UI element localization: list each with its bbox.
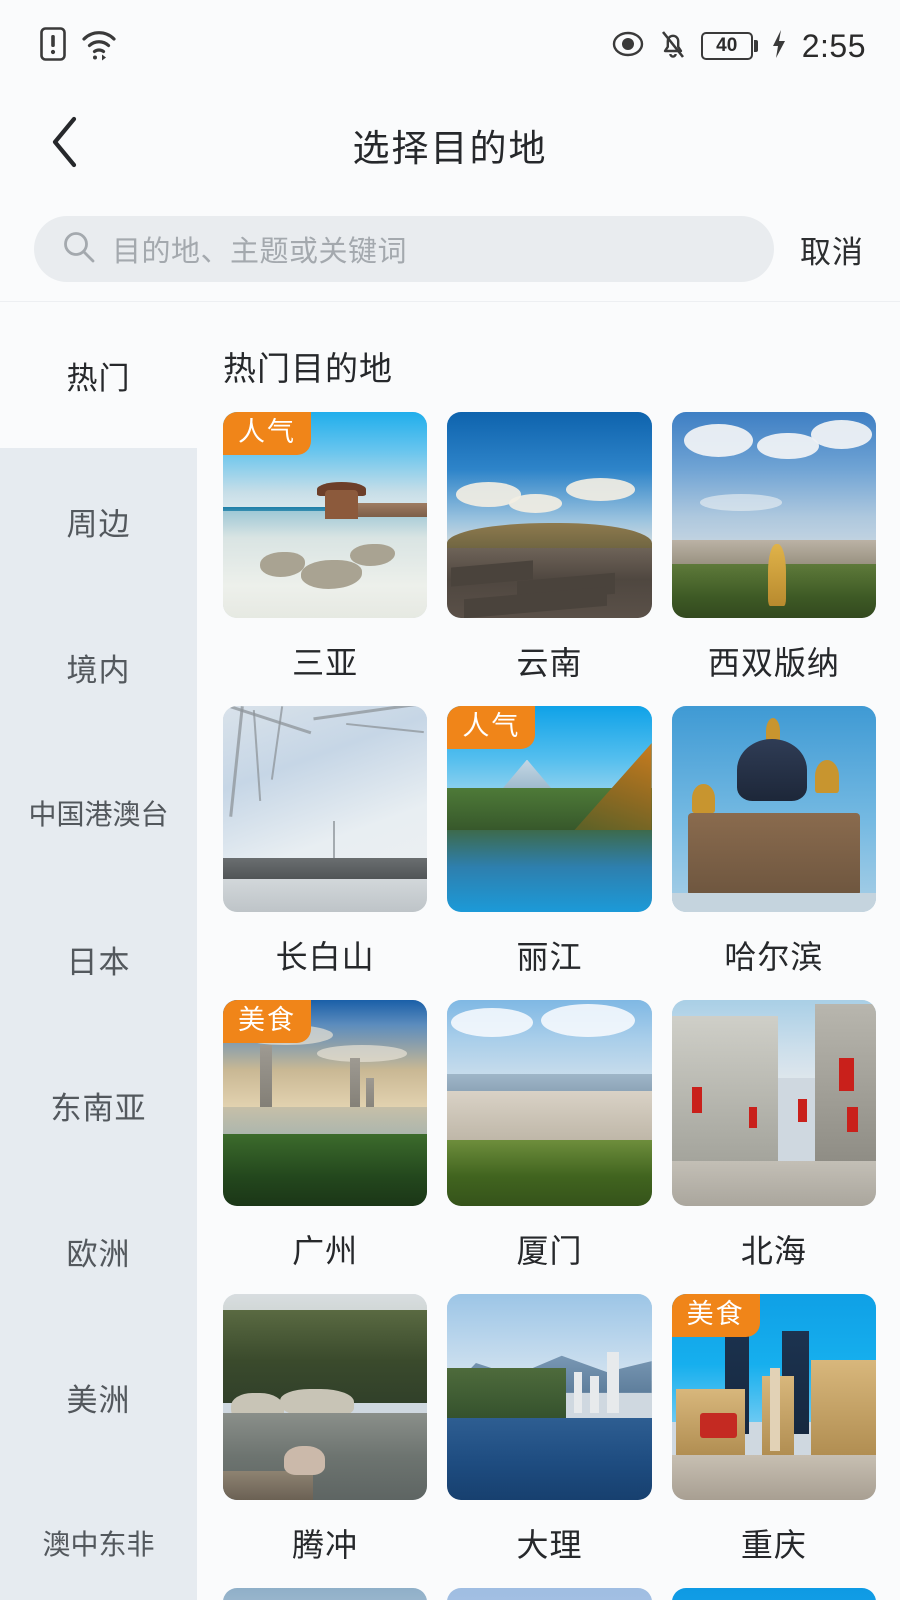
sidebar-item-4[interactable]: 日本 (0, 886, 197, 1032)
destination-card[interactable]: 厦门 (447, 1000, 652, 1294)
sidebar-item-2[interactable]: 境内 (0, 594, 197, 740)
sidebar-item-0[interactable]: 热门 (0, 302, 197, 448)
destination-card[interactable]: 云南 (447, 412, 652, 706)
destination-thumbnail[interactable] (223, 1588, 428, 1600)
sidebar-item-3[interactable]: 中国港澳台 (0, 740, 197, 886)
chevron-left-icon (49, 115, 81, 174)
sidebar-item-label: 欧洲 (66, 1236, 131, 1272)
sidebar-item-label: 澳中东非 (42, 1529, 155, 1560)
destination-thumbnail[interactable] (671, 1000, 876, 1206)
destination-card[interactable]: 腾冲 (223, 1294, 428, 1588)
destination-thumbnail[interactable] (447, 412, 652, 618)
destination-badge: 人气 (447, 706, 536, 749)
sidebar-item-6[interactable]: 欧洲 (0, 1178, 197, 1324)
destination-card[interactable]: 美食广州 (223, 1000, 428, 1294)
sidebar-item-label: 中国港澳台 (28, 799, 169, 830)
sidebar-item-label: 美洲 (66, 1382, 131, 1418)
sidebar-item-8[interactable]: 澳中东非 (0, 1470, 197, 1600)
destination-label: 西双版纳 (707, 645, 840, 681)
destination-label: 长白山 (275, 939, 375, 975)
destination-card[interactable]: 长白山 (223, 706, 428, 1000)
destination-card[interactable]: 哈尔滨 (671, 706, 876, 1000)
destination-label: 北海 (740, 1233, 807, 1269)
destination-panel: 热门目的地 人气 三亚 云南 西双版纳 长白山 人气 丽江 哈尔滨 美食 广州 … (197, 302, 900, 1600)
destination-card[interactable]: 西双版纳 (671, 412, 876, 706)
destination-label: 三亚 (292, 645, 359, 681)
destination-grid: 人气 三亚 云南 西双版纳 长白山 人气 丽江 哈尔滨 美食 广州 厦门 北海 … (223, 412, 876, 1600)
cancel-button[interactable]: 取消 (800, 227, 864, 272)
destination-thumbnail[interactable] (223, 706, 428, 912)
destination-label: 广州 (292, 1233, 359, 1269)
destination-card[interactable]: 人气丽江 (447, 706, 652, 1000)
destination-thumbnail[interactable]: 美食 (671, 1294, 876, 1500)
destination-label: 大理 (516, 1527, 583, 1563)
destination-label: 云南 (516, 645, 583, 681)
status-bar-right: 40 2:55 (611, 28, 866, 65)
destination-card[interactable] (447, 1588, 652, 1600)
status-bar-left (40, 26, 118, 66)
destination-card[interactable] (223, 1588, 428, 1600)
back-button[interactable] (34, 114, 96, 176)
page-title: 选择目的地 (352, 127, 548, 169)
search-input[interactable]: 目的地、主题或关键词 (34, 216, 774, 282)
wifi-icon (80, 27, 118, 66)
search-icon (62, 230, 96, 269)
battery-icon: 40 (700, 32, 758, 60)
category-sidebar[interactable]: 热门周边境内中国港澳台日本东南亚欧洲美洲澳中东非 (0, 302, 197, 1600)
destination-thumbnail[interactable]: 人气 (447, 706, 652, 912)
destination-label: 重庆 (740, 1527, 807, 1563)
destination-card[interactable] (671, 1588, 876, 1600)
sidebar-item-label: 周边 (66, 506, 131, 542)
destination-label: 厦门 (516, 1233, 583, 1269)
destination-thumbnail[interactable]: 美食 (223, 1000, 428, 1206)
destination-label: 腾冲 (292, 1527, 359, 1563)
sidebar-item-7[interactable]: 美洲 (0, 1324, 197, 1470)
status-bar: 40 2:55 (0, 0, 900, 92)
charging-bolt-icon (771, 29, 787, 64)
destination-thumbnail[interactable] (671, 1588, 876, 1600)
title-bar: 选择目的地 (0, 92, 900, 197)
sidebar-item-label: 日本 (66, 944, 131, 980)
destination-thumbnail[interactable] (671, 412, 876, 618)
destination-badge: 人气 (223, 412, 311, 455)
destination-card[interactable]: 北海 (671, 1000, 876, 1294)
sidebar-item-label: 境内 (66, 652, 131, 688)
destination-card[interactable]: 美食重庆 (671, 1294, 876, 1588)
destination-badge: 美食 (223, 1000, 311, 1043)
destination-thumbnail[interactable] (447, 1294, 652, 1500)
destination-badge: 美食 (671, 1294, 760, 1337)
destination-label: 哈尔滨 (724, 939, 824, 975)
battery-cap (753, 40, 758, 52)
destination-thumbnail[interactable] (447, 1000, 652, 1206)
content-area: 热门 周边 境内 中国港澳台 日本 东南亚 欧洲 美洲 澳中东非 热门目的地 人气 三亚 云南 西… (0, 302, 900, 1600)
destination-card[interactable]: 人气三亚 (223, 412, 428, 706)
destination-thumbnail[interactable] (671, 706, 876, 912)
search-placeholder: 目的地、主题或关键词 (112, 236, 408, 268)
clock-time: 2:55 (801, 27, 866, 64)
sidebar-item-label: 东南亚 (50, 1090, 147, 1126)
sim-card-alert-icon (40, 26, 66, 66)
destination-card[interactable]: 大理 (447, 1294, 652, 1588)
destination-thumbnail[interactable] (447, 1588, 652, 1600)
sidebar-item-label: 热门 (66, 360, 131, 396)
destination-label: 丽江 (516, 939, 583, 975)
destination-thumbnail[interactable]: 人气 (223, 412, 428, 618)
destination-thumbnail[interactable] (223, 1294, 428, 1500)
bell-muted-icon (658, 28, 688, 65)
section-title: 热门目的地 (223, 350, 393, 387)
search-bar: 目的地、主题或关键词 取消 (0, 197, 900, 302)
sidebar-item-1[interactable]: 周边 (0, 448, 197, 594)
sidebar-item-5[interactable]: 东南亚 (0, 1032, 197, 1178)
battery-level: 40 (700, 32, 753, 60)
eye-icon (611, 31, 645, 62)
